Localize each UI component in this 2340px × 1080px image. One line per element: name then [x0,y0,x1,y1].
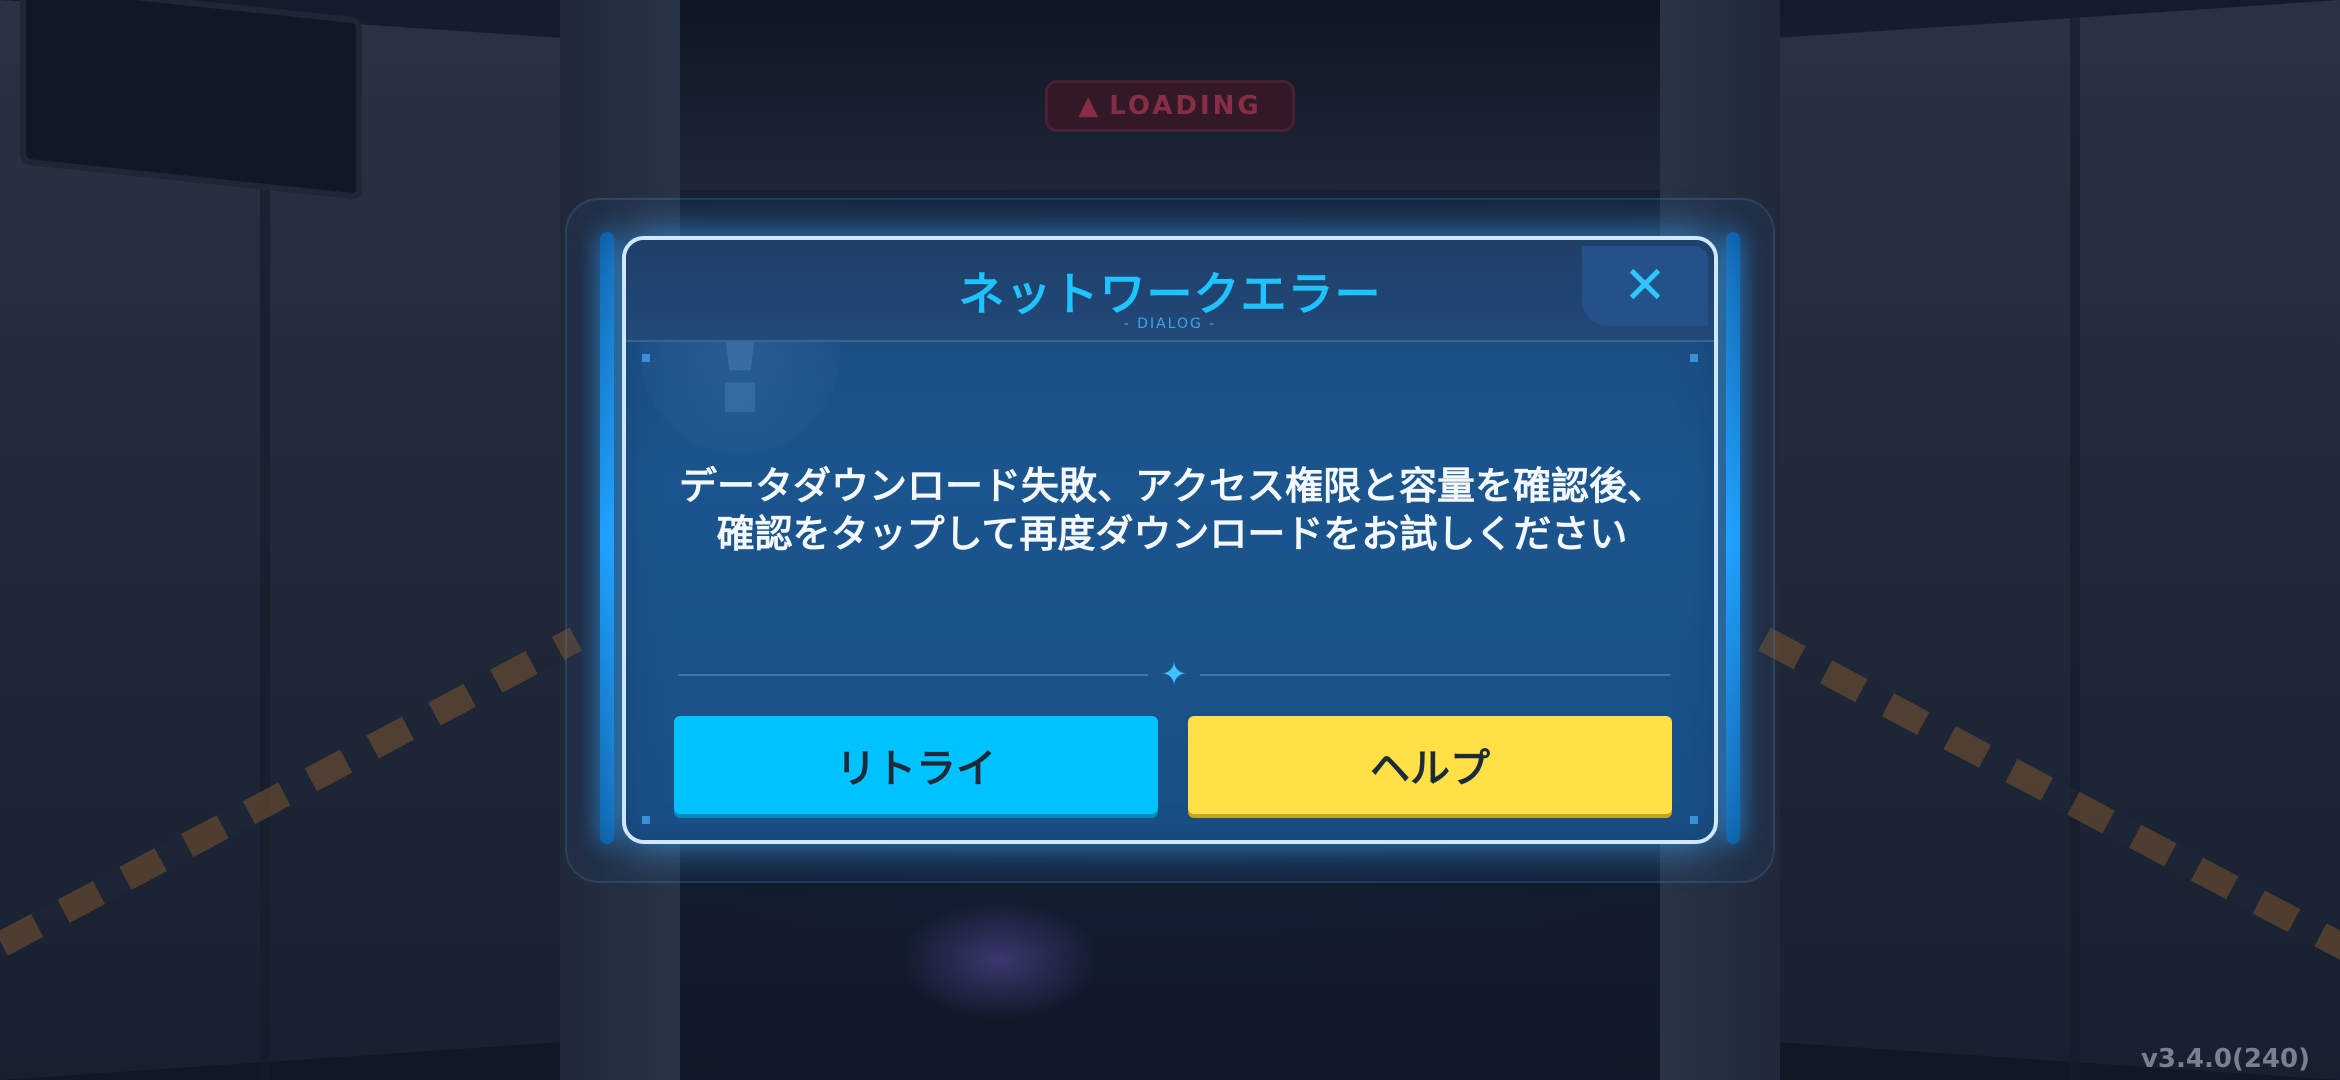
divider-line [678,674,1148,676]
corner-dot [1690,354,1698,362]
dialog-side-rail-right [1726,232,1740,844]
corner-dot [642,354,650,362]
retry-button[interactable]: リトライ [674,716,1158,814]
error-message: データダウンロード失敗、アクセス権限と容量を確認後、 確認をタップして再度ダウン… [666,462,1678,558]
corner-dot [1690,816,1698,824]
version-label: v3.4.0(240) [2140,1044,2310,1074]
divider-line [1200,674,1670,676]
network-error-dialog: ! ネットワークエラー - DIALOG - ✕ データダウンロード失敗、アクセ… [622,236,1718,844]
error-message-line: データダウンロード失敗、アクセス権限と容量を確認後、 [678,464,1666,508]
close-button[interactable]: ✕ [1582,246,1708,326]
corner-dot [642,816,650,824]
game-screen: ▲ LOADING ! ネットワークエラー - DIALOG - ✕ データダウ… [0,0,2340,1080]
sparkle-icon: ✦ [1160,655,1188,693]
dialog-subtitle: - DIALOG - [1123,316,1217,332]
close-icon: ✕ [1623,256,1667,316]
help-button[interactable]: ヘルプ [1188,716,1672,814]
dialog-side-rail-left [600,232,614,844]
dialog-title: ネットワークエラー [958,267,1382,321]
error-message-line: 確認をタップして再度ダウンロードをお試しください [716,512,1628,556]
